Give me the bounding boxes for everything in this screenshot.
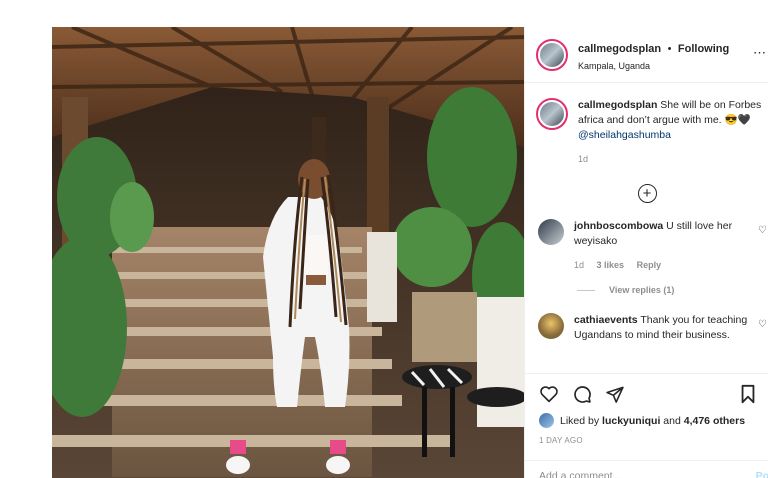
heart-icon[interactable] — [539, 385, 559, 403]
commenter-avatar[interactable] — [538, 219, 564, 245]
caption-mention[interactable]: @sheilahgashumba — [578, 129, 671, 141]
post-header: callmegodsplan • Following Kampala, Ugan… — [525, 27, 768, 83]
reply-button[interactable]: Reply — [637, 260, 662, 270]
comment-like-heart-icon[interactable]: ♡ — [758, 225, 767, 236]
post-location[interactable]: Kampala, Uganda — [578, 61, 729, 71]
liker-username[interactable]: luckyuniqui — [602, 415, 660, 427]
follow-separator: • — [667, 42, 672, 55]
likes-summary: Liked by luckyuniqui and 4,476 others — [539, 413, 768, 428]
author-info: callmegodsplan • Following Kampala, Ugan… — [578, 39, 729, 71]
load-more-comments[interactable]: + — [525, 184, 768, 203]
post-date: 1 DAY AGO — [539, 436, 583, 445]
post-photo[interactable] — [52, 27, 524, 478]
caption-body: callmegodsplan She will be on Forbes afr… — [578, 98, 768, 167]
likes-others[interactable]: 4,476 others — [684, 415, 745, 427]
comment-icon[interactable] — [572, 384, 592, 404]
post-comment-button[interactable]: Po — [756, 470, 768, 478]
author-username[interactable]: callmegodsplan — [578, 43, 661, 55]
add-comment-bar: Add a comment... Po — [525, 460, 768, 478]
plus-circle-icon[interactable]: + — [637, 184, 657, 203]
commenter-avatar[interactable] — [538, 313, 564, 339]
comment-username[interactable]: johnboscombowa — [574, 220, 663, 232]
comment-item: cathiaevents Thank you for teaching Ugan… — [525, 313, 768, 343]
view-replies[interactable]: View replies (1) — [577, 285, 768, 295]
liker-avatar[interactable] — [539, 413, 554, 428]
comment-like-heart-icon[interactable]: ♡ — [758, 319, 767, 330]
comments-section[interactable]: callmegodsplan She will be on Forbes afr… — [525, 84, 768, 373]
caption-username[interactable]: callmegodsplan — [578, 99, 657, 111]
comment-item: johnboscombowa U still love her weyisako… — [525, 219, 768, 273]
author-avatar-image — [540, 42, 564, 67]
caption-row: callmegodsplan She will be on Forbes afr… — [525, 84, 768, 167]
comment-meta: 1d 3 likes Reply — [574, 258, 749, 273]
replies-line — [577, 289, 595, 291]
more-options-icon[interactable]: ⋯ — [753, 45, 766, 61]
comment-body: cathiaevents Thank you for teaching Ugan… — [574, 313, 749, 343]
caption-age: 1d — [578, 154, 589, 164]
post-photo-illustration — [52, 27, 524, 478]
caption-avatar-image — [540, 102, 564, 126]
following-button[interactable]: Following — [678, 43, 729, 55]
bookmark-icon[interactable] — [740, 384, 756, 404]
post-side-panel: callmegodsplan • Following Kampala, Ugan… — [524, 27, 768, 478]
comment-likes[interactable]: 3 likes — [597, 260, 625, 270]
comment-username[interactable]: cathiaevents — [574, 314, 638, 326]
action-icons — [539, 384, 768, 404]
author-avatar[interactable] — [536, 38, 568, 71]
comment-body: johnboscombowa U still love her weyisako… — [574, 219, 749, 273]
caption-avatar[interactable] — [536, 98, 568, 130]
likes-and: and — [663, 414, 681, 427]
view-replies-label[interactable]: View replies (1) — [609, 285, 674, 295]
share-icon[interactable] — [605, 385, 625, 404]
add-comment-input[interactable]: Add a comment... — [539, 470, 621, 478]
post-actions: Liked by luckyuniqui and 4,476 others 1 … — [525, 373, 768, 445]
likes-prefix: Liked by — [560, 414, 600, 427]
instagram-post-modal: callmegodsplan • Following Kampala, Ugan… — [0, 0, 768, 478]
comment-age: 1d — [574, 260, 585, 270]
